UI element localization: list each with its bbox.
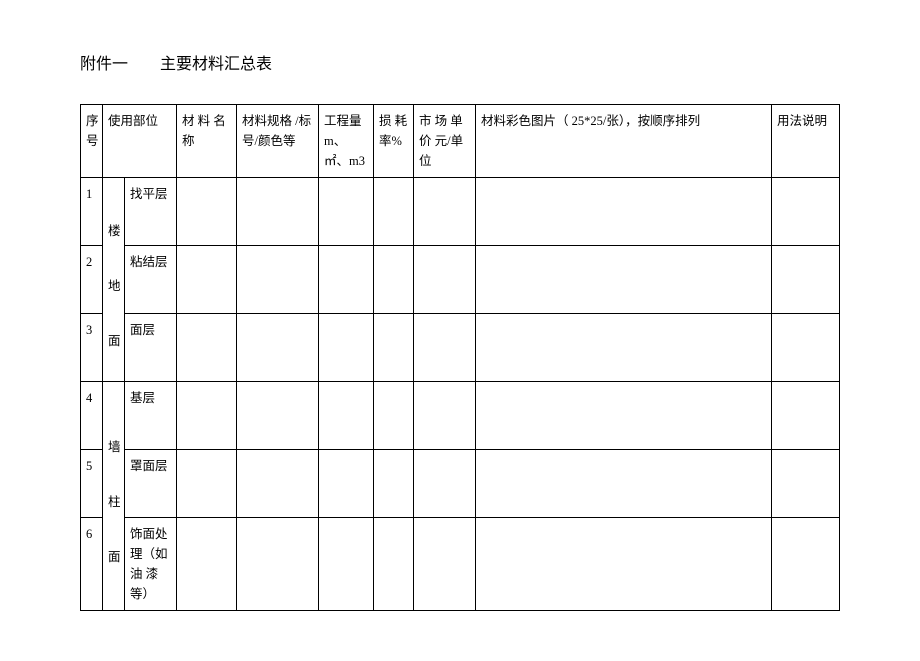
cell-loss bbox=[374, 178, 414, 246]
table-row: 4 墙柱面 基层 bbox=[81, 382, 840, 450]
header-qty: 工程量m、㎡、m3 bbox=[319, 105, 374, 178]
cell-price bbox=[414, 246, 476, 314]
cell-seq: 6 bbox=[81, 518, 103, 611]
cell-loss bbox=[374, 246, 414, 314]
materials-table: 序号 使用部位 材 料 名称 材料规格 /标号/颜色等 工程量m、㎡、m3 损 … bbox=[80, 104, 840, 611]
cell-group: 墙柱面 bbox=[103, 382, 125, 611]
table-row: 5 罩面层 bbox=[81, 450, 840, 518]
table-row: 3 面层 bbox=[81, 314, 840, 382]
cell-spec bbox=[237, 450, 319, 518]
cell-usage bbox=[772, 246, 840, 314]
cell-usage bbox=[772, 178, 840, 246]
cell-qty bbox=[319, 178, 374, 246]
cell-seq: 5 bbox=[81, 450, 103, 518]
cell-qty bbox=[319, 518, 374, 611]
cell-name bbox=[177, 314, 237, 382]
header-img: 材料彩色图片（ 25*25/张），按顺序排列 bbox=[476, 105, 772, 178]
cell-price bbox=[414, 178, 476, 246]
header-usage: 用法说明 bbox=[772, 105, 840, 178]
cell-loss bbox=[374, 450, 414, 518]
cell-img bbox=[476, 450, 772, 518]
cell-spec bbox=[237, 178, 319, 246]
title-prefix: 附件一 bbox=[80, 56, 128, 73]
cell-group: 楼地面 bbox=[103, 178, 125, 382]
header-spec: 材料规格 /标号/颜色等 bbox=[237, 105, 319, 178]
cell-loss bbox=[374, 382, 414, 450]
group-label: 楼地面 bbox=[108, 224, 121, 348]
cell-loss bbox=[374, 518, 414, 611]
cell-layer: 面层 bbox=[125, 314, 177, 382]
cell-seq: 2 bbox=[81, 246, 103, 314]
cell-img bbox=[476, 382, 772, 450]
cell-qty bbox=[319, 246, 374, 314]
header-name: 材 料 名称 bbox=[177, 105, 237, 178]
cell-img bbox=[476, 246, 772, 314]
group-label: 墙柱面 bbox=[108, 440, 121, 564]
cell-seq: 4 bbox=[81, 382, 103, 450]
cell-usage bbox=[772, 450, 840, 518]
cell-usage bbox=[772, 382, 840, 450]
cell-spec bbox=[237, 246, 319, 314]
cell-img bbox=[476, 518, 772, 611]
cell-layer: 罩面层 bbox=[125, 450, 177, 518]
cell-name bbox=[177, 382, 237, 450]
cell-name bbox=[177, 450, 237, 518]
cell-usage bbox=[772, 518, 840, 611]
cell-seq: 1 bbox=[81, 178, 103, 246]
cell-name bbox=[177, 178, 237, 246]
cell-img bbox=[476, 178, 772, 246]
cell-qty bbox=[319, 314, 374, 382]
cell-layer: 饰面处理（如油 漆等） bbox=[125, 518, 177, 611]
cell-usage bbox=[772, 314, 840, 382]
cell-qty bbox=[319, 450, 374, 518]
cell-name bbox=[177, 246, 237, 314]
cell-spec bbox=[237, 518, 319, 611]
header-seq: 序号 bbox=[81, 105, 103, 178]
header-part: 使用部位 bbox=[103, 105, 177, 178]
cell-layer: 找平层 bbox=[125, 178, 177, 246]
header-loss: 损 耗率% bbox=[374, 105, 414, 178]
header-price: 市 场 单价 元/单位 bbox=[414, 105, 476, 178]
cell-price bbox=[414, 450, 476, 518]
cell-spec bbox=[237, 314, 319, 382]
cell-price bbox=[414, 314, 476, 382]
cell-layer: 粘结层 bbox=[125, 246, 177, 314]
cell-price bbox=[414, 382, 476, 450]
table-row: 2 粘结层 bbox=[81, 246, 840, 314]
title-main: 主要材料汇总表 bbox=[160, 56, 272, 73]
table-header-row: 序号 使用部位 材 料 名称 材料规格 /标号/颜色等 工程量m、㎡、m3 损 … bbox=[81, 105, 840, 178]
cell-layer: 基层 bbox=[125, 382, 177, 450]
cell-spec bbox=[237, 382, 319, 450]
cell-qty bbox=[319, 382, 374, 450]
cell-img bbox=[476, 314, 772, 382]
cell-price bbox=[414, 518, 476, 611]
cell-seq: 3 bbox=[81, 314, 103, 382]
document-title: 附件一 主要材料汇总表 bbox=[80, 50, 840, 74]
cell-name bbox=[177, 518, 237, 611]
cell-loss bbox=[374, 314, 414, 382]
table-row: 6 饰面处理（如油 漆等） bbox=[81, 518, 840, 611]
table-row: 1 楼地面 找平层 bbox=[81, 178, 840, 246]
